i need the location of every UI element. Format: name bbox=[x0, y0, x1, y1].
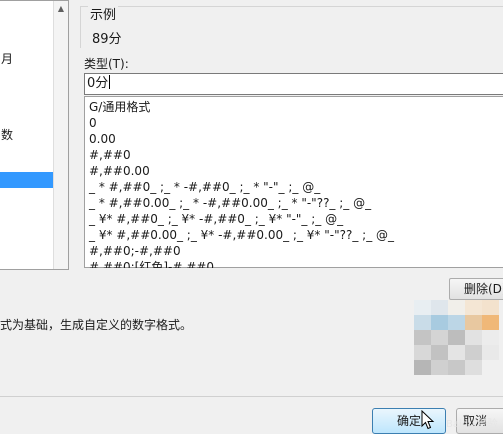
category-list[interactable]: 月 数 ▲ bbox=[0, 0, 69, 270]
delete-button[interactable]: 删除(D) bbox=[449, 278, 503, 300]
format-list-item[interactable]: #,##0 bbox=[89, 147, 131, 163]
type-input-value: 0分 bbox=[87, 76, 109, 91]
format-list-item[interactable]: G/通用格式 bbox=[89, 99, 150, 115]
sample-groupbox bbox=[80, 6, 503, 48]
footer-divider bbox=[0, 396, 503, 397]
format-list-item[interactable]: _ * #,##0_ ;_ * -#,##0_ ;_ * "-"_ ;_ @_ bbox=[89, 179, 320, 195]
category-item[interactable]: 数 bbox=[0, 127, 57, 143]
scroll-up-arrow-icon[interactable]: ▲ bbox=[55, 3, 67, 15]
category-item-selected[interactable] bbox=[0, 172, 57, 188]
format-list-item[interactable]: #,##0;-#,##0 bbox=[89, 243, 181, 259]
format-list-item[interactable]: #,##0;[红色]-#,##0 bbox=[89, 259, 214, 268]
watermark: Baidu 经验 bbox=[446, 419, 498, 430]
format-list-item[interactable]: #,##0.00 bbox=[89, 163, 150, 179]
format-list-item[interactable]: 0 bbox=[89, 115, 97, 131]
category-item[interactable]: 月 bbox=[0, 51, 57, 67]
description-text: 式为基础，生成自定义的数字格式。 bbox=[0, 318, 193, 332]
format-list-item[interactable]: 0.00 bbox=[89, 131, 116, 147]
format-list-item[interactable]: _ ¥* #,##0.00_ ;_ ¥* -#,##0.00_ ;_ ¥* "-… bbox=[89, 227, 394, 243]
format-list-item[interactable]: _ ¥* #,##0_ ;_ ¥* -#,##0_ ;_ ¥* "-"_ ;_ … bbox=[89, 211, 343, 227]
type-input[interactable]: 0分 bbox=[84, 73, 503, 95]
mouse-pointer-icon bbox=[421, 410, 435, 430]
format-list-item[interactable]: _ * #,##0.00_ ;_ * -#,##0.00_ ;_ * "-"??… bbox=[89, 195, 371, 211]
type-label: 类型(T): bbox=[84, 57, 129, 71]
format-code-list[interactable]: G/通用格式 0 0.00 #,##0 #,##0.00 _ * #,##0_ … bbox=[84, 96, 503, 268]
text-caret bbox=[109, 75, 111, 89]
category-scrollbar[interactable]: ▲ bbox=[53, 1, 68, 269]
sample-label: 示例 bbox=[88, 4, 119, 23]
sample-value: 89分 bbox=[92, 32, 122, 47]
